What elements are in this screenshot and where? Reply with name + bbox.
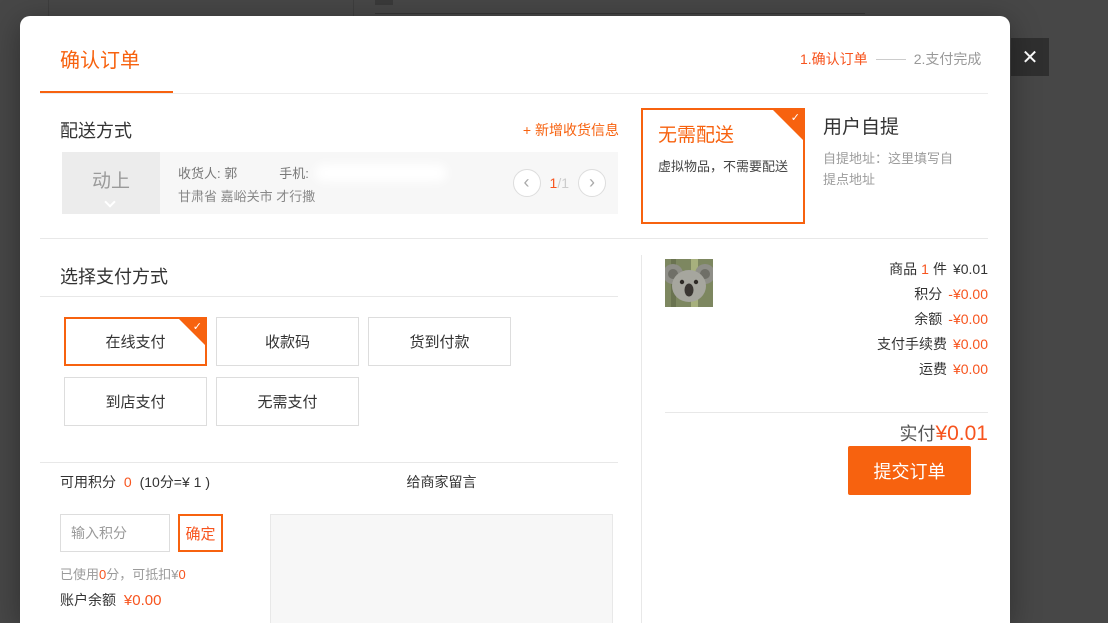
receiver-name: 收货人: 郭 [178,163,237,182]
summary-row-shipping: 运费¥0.00 [665,357,988,382]
step-connector [876,59,906,60]
background-page-rule [375,13,865,14]
points-confirm-button[interactable]: 确定 [178,514,223,552]
total-line: 实付¥0.01 [665,420,988,446]
points-label: 可用积分 [60,474,116,490]
address-pager: ‹ 1/1 › [513,152,606,214]
address-page-indicator: 1/1 [550,175,569,191]
order-confirm-modal: 确认订单 1.确认订单 2.支付完成 配送方式 + 新增收货信息 动上 收货人:… [20,16,1010,623]
total-value: ¥0.01 [935,422,988,445]
option-desc: 虚拟物品，不需要配送 [658,156,793,175]
phone-label: 手机: [279,163,309,182]
summary-row-fee: 支付手续费¥0.00 [665,332,988,357]
pay-method-label: 货到付款 [409,331,469,352]
check-icon: ✓ [791,111,800,124]
pay-method-none[interactable]: 无需支付 [216,377,359,426]
close-button[interactable]: ✕ [1011,38,1049,76]
carrier-block[interactable]: 动上 [62,152,160,214]
address-line-receiver: 收货人: 郭 手机: [178,163,447,182]
pay-method-label: 到店支付 [105,391,165,412]
order-summary: 商品1件¥0.01 积分-¥0.00 余额-¥0.00 支付手续费¥0.00 运… [665,257,988,382]
pay-method-instore[interactable]: 到店支付 [64,377,207,426]
merchant-message-label: 给商家留言 [270,472,613,492]
next-address-button[interactable]: › [578,169,606,197]
pay-method-qrcode[interactable]: 收款码 [216,317,359,366]
summary-column-divider [641,255,642,623]
balance-label: 账户余额 [60,592,116,608]
points-input[interactable] [60,514,170,552]
page-title: 确认订单 [60,44,140,73]
pay-method-label: 无需支付 [257,391,317,412]
chevron-right-icon: › [589,172,595,193]
delivery-section-title: 配送方式 [60,117,132,143]
total-label: 实付 [899,424,935,444]
carrier-name: 动上 [92,166,130,193]
option-title: 无需配送 [658,120,734,147]
merchant-message-textarea[interactable] [270,514,613,623]
pay-method-label: 在线支付 [105,331,165,352]
chevron-left-icon: ‹ [524,172,530,193]
address-card[interactable]: 动上 收货人: 郭 手机: 甘肃省 嘉峪关市 才行撒 ‹ 1/1 › [62,152,618,214]
section-divider [40,238,988,239]
points-used-line: 已使用0分，可抵扣¥0 [60,564,186,583]
header-divider [40,93,988,94]
payment-divider [40,296,618,297]
account-balance-line: 账户余额 ¥0.00 [60,590,161,610]
summary-row-points: 积分-¥0.00 [665,282,988,307]
delivery-option-no-delivery[interactable]: 无需配送 虚拟物品，不需要配送 ✓ [641,108,805,224]
address-region: 甘肃省 嘉峪关市 才行撒 [178,186,315,205]
pay-method-online[interactable]: 在线支付 ✓ [64,317,207,366]
points-available-line: 可用积分 0 (10分=¥ 1 ) [60,472,210,492]
background-page-text [375,0,393,5]
step-payment-done: 2.支付完成 [914,49,982,69]
delivery-option-pickup[interactable]: 用户自提 [823,112,899,139]
check-icon: ✓ [193,320,202,333]
pay-method-label: 收款码 [265,331,310,352]
step-confirm-order: 1.确认订单 [800,49,868,69]
background-page-divider [353,0,354,16]
summary-row-balance: 余额-¥0.00 [665,307,988,332]
background-page-divider [48,0,49,16]
payment-section-title: 选择支付方式 [60,263,168,289]
phone-number-redacted [315,164,447,182]
chevron-down-icon [104,196,115,207]
checkout-steps: 1.确认订单 2.支付完成 [800,49,981,69]
close-icon: ✕ [1022,45,1039,70]
submit-order-button[interactable]: 提交订单 [848,446,971,495]
prev-address-button[interactable]: ‹ [513,169,541,197]
summary-divider [665,412,988,413]
points-available-value: 0 [124,474,132,490]
pay-method-cod[interactable]: 货到付款 [368,317,511,366]
summary-row-goods: 商品1件¥0.01 [665,257,988,282]
points-divider [40,462,618,463]
add-address-link[interactable]: + 新增收货信息 [519,120,619,140]
pickup-desc: 自提地址：这里填写自提点地址 [823,148,961,190]
points-rate: (10分=¥ 1 ) [140,474,210,490]
balance-value: ¥0.00 [124,592,162,609]
